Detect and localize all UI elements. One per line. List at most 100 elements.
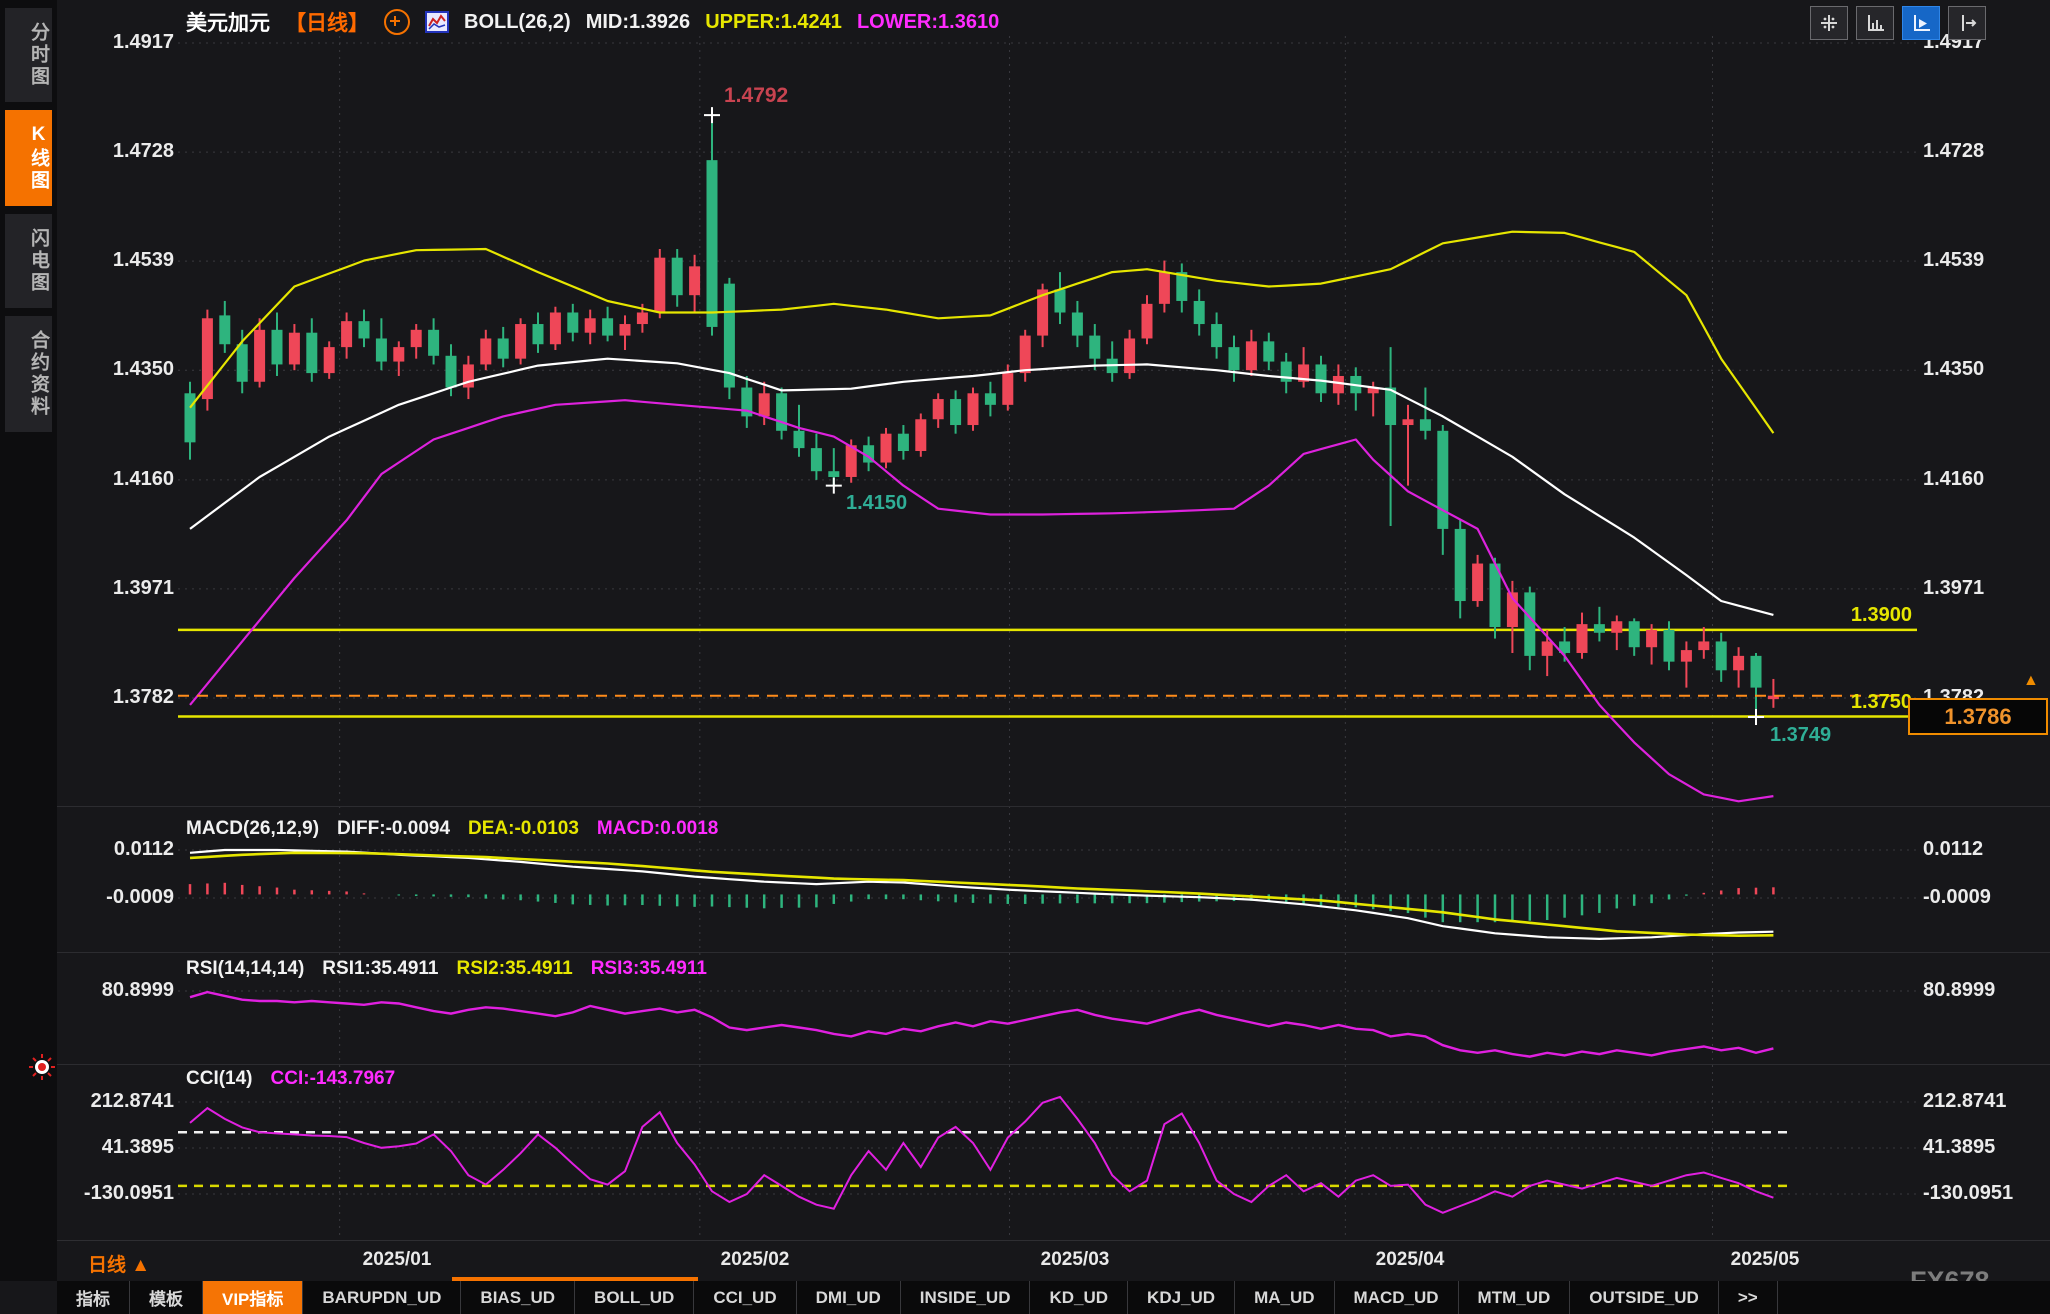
axis-label: 1.4539 — [62, 249, 174, 272]
cci-value: CCI:-143.7967 — [271, 1068, 396, 1090]
axis-label: 212.8741 — [1923, 1090, 2006, 1113]
axis-label: 1.4350 — [1923, 358, 1984, 381]
indicator-tab-6[interactable]: CCI_UD — [694, 1281, 796, 1314]
indicator-tab-4[interactable]: BIAS_UD — [461, 1281, 575, 1314]
cci-line — [190, 1097, 1773, 1213]
boll-lower-value: LOWER:1.3610 — [857, 11, 999, 34]
panel-divider — [57, 952, 2050, 953]
shift-data-icon[interactable] — [1948, 6, 1986, 40]
time-axis-label: 2025/04 — [1376, 1249, 1445, 1271]
rsi3-value: RSI3:35.4911 — [591, 958, 707, 980]
axis-label: 41.3895 — [1923, 1136, 1995, 1159]
sidebar-tab-3[interactable]: 合约资料 — [5, 316, 52, 432]
macd-histogram — [190, 883, 1773, 922]
axis-label: 1.4917 — [62, 31, 174, 54]
chart-header: 美元加元 【日线】 BOLL(26,2) MID:1.3926 UPPER:1.… — [186, 7, 999, 37]
chart-toolbar — [1810, 6, 1986, 40]
axis-label: -0.0009 — [62, 886, 174, 909]
indicator-tab-3[interactable]: BARUPDN_UD — [303, 1281, 461, 1314]
indicator-tab-15[interactable]: >> — [1719, 1281, 1778, 1314]
macd-name: MACD(26,12,9) — [186, 818, 319, 840]
indicator-tab-11[interactable]: MA_UD — [1235, 1281, 1334, 1314]
axis-label: 1.3782 — [62, 686, 174, 709]
cci-name: CCI(14) — [186, 1068, 253, 1090]
indicator-tab-1[interactable]: 模板 — [130, 1281, 203, 1314]
boll-mid-line — [190, 359, 1773, 615]
resistance-level-label[interactable]: 1.3900 — [1770, 604, 1912, 627]
symbol-name: 美元加元 — [186, 7, 270, 37]
axis-label: 1.4160 — [1923, 468, 1984, 491]
axis-play-icon[interactable] — [1902, 6, 1940, 40]
timeframe-selector[interactable]: 日线 ▲ — [88, 1250, 150, 1277]
sidebar-tab-0[interactable]: 分时图 — [5, 8, 52, 102]
extreme-cross-marker — [704, 107, 720, 123]
macd-dea-line — [190, 853, 1773, 936]
sidebar-tab-1[interactable]: K线图 — [5, 110, 52, 206]
panel-divider — [57, 1064, 2050, 1065]
axis-label: 0.0112 — [1923, 838, 1983, 861]
indicator-tab-9[interactable]: KD_UD — [1030, 1281, 1128, 1314]
boll-upper-value: UPPER:1.4241 — [705, 11, 842, 34]
axis-label: 80.8999 — [1923, 979, 1995, 1002]
axis-label: 1.4350 — [62, 358, 174, 381]
rsi-line — [190, 992, 1773, 1057]
axis-scale-icon[interactable] — [1856, 6, 1894, 40]
chart-type-sidebar: 分时图 K线图闪电图合约资料 — [0, 0, 57, 1281]
indicator-tab-13[interactable]: MTM_UD — [1459, 1281, 1571, 1314]
pan-crosshair-icon[interactable] — [1810, 6, 1848, 40]
axis-label: 1.3971 — [1923, 577, 1984, 600]
trading-terminal: 分时图 K线图闪电图合约资料 美元加元 【日线】 BOLL(26,2) MID:1… — [0, 0, 2050, 1314]
support-level-label[interactable]: 1.3750 — [1770, 691, 1912, 714]
boll-label: BOLL(26,2) — [464, 11, 571, 34]
panel-divider — [57, 806, 2050, 807]
indicator-tab-2[interactable]: VIP指标 — [203, 1281, 303, 1314]
axis-label: 1.3971 — [62, 577, 174, 600]
axis-label: -0.0009 — [1923, 886, 1991, 909]
high-price-label: 1.4792 — [724, 84, 788, 108]
macd-diff-value: DIFF:-0.0094 — [337, 818, 450, 840]
extreme-cross-marker — [826, 478, 842, 494]
macd-dea-value: DEA:-0.0103 — [468, 818, 579, 840]
macd-diff-line — [190, 850, 1773, 939]
time-axis-label: 2025/02 — [721, 1249, 790, 1271]
rsi-name: RSI(14,14,14) — [186, 958, 304, 980]
time-axis-label: 2025/03 — [1041, 1249, 1110, 1271]
candlesticks — [185, 115, 1779, 717]
indicator-tab-8[interactable]: INSIDE_UD — [901, 1281, 1031, 1314]
indicator-tab-0[interactable]: 指标 — [57, 1281, 130, 1314]
axis-label: 212.8741 — [62, 1090, 174, 1113]
add-indicator-icon[interactable] — [384, 9, 410, 35]
boll-lower-line — [190, 400, 1773, 801]
macd-macd-value: MACD:0.0018 — [597, 818, 718, 840]
axis-label: -130.0951 — [1923, 1182, 2013, 1205]
mini-chart-icon[interactable] — [425, 11, 449, 33]
last-price-badge: 1.3786 — [1908, 698, 2048, 735]
indicator-tab-5[interactable]: BOLL_UD — [575, 1281, 694, 1314]
axis-label: 80.8999 — [62, 979, 174, 1002]
axis-label: 1.4728 — [1923, 140, 1984, 163]
indicator-tab-7[interactable]: DMI_UD — [797, 1281, 901, 1314]
rsi2-value: RSI2:35.4911 — [457, 958, 573, 980]
axis-label: 41.3895 — [62, 1136, 174, 1159]
price-up-arrow-icon: ▲ — [2023, 672, 2039, 690]
timeframe-label[interactable]: 【日线】 — [285, 7, 369, 37]
cci-panel-title: CCI(14) CCI:-143.7967 — [186, 1068, 395, 1090]
indicator-tab-12[interactable]: MACD_UD — [1335, 1281, 1459, 1314]
indicator-tab-14[interactable]: OUTSIDE_UD — [1570, 1281, 1719, 1314]
axis-label: 1.4539 — [1923, 249, 1984, 272]
time-axis-label: 2025/05 — [1731, 1249, 1800, 1271]
axis-label: -130.0951 — [62, 1182, 174, 1205]
swing-low-label: 1.4150 — [846, 492, 907, 515]
indicator-tab-bar: 指标模板VIP指标BARUPDN_UDBIAS_UDBOLL_UDCCI_UDD… — [57, 1281, 2050, 1314]
sidebar-tab-2[interactable]: 闪电图 — [5, 214, 52, 308]
rsi-panel-title: RSI(14,14,14) RSI1:35.4911 RSI2:35.4911 … — [186, 958, 707, 980]
session-low-label: 1.3749 — [1770, 724, 1831, 747]
rsi1-value: RSI1:35.4911 — [322, 958, 438, 980]
price-alert-icon[interactable] — [28, 1053, 56, 1081]
axis-label: 1.4728 — [62, 140, 174, 163]
chart-canvas[interactable] — [0, 0, 2050, 1314]
boll-upper-line — [190, 232, 1773, 433]
time-axis: 日线 ▲ 2025/012025/022025/032025/042025/05 — [57, 1240, 2050, 1282]
indicator-tab-10[interactable]: KDJ_UD — [1128, 1281, 1235, 1314]
extreme-cross-marker — [1748, 709, 1764, 725]
